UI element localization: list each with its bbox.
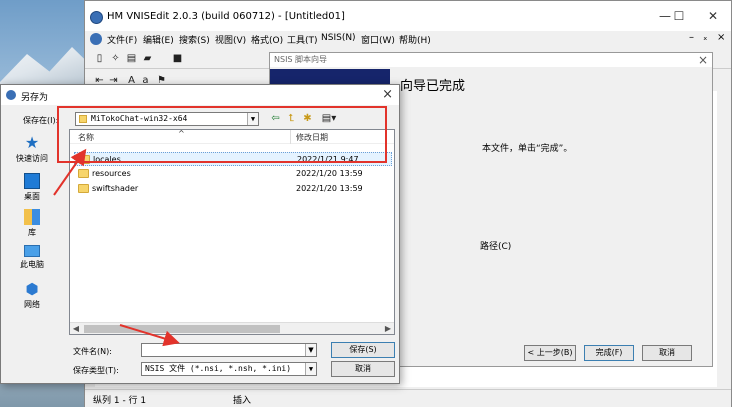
- annotation-arrows: [53, 148, 180, 347]
- arrow-to-locales: [53, 148, 87, 196]
- arrow-to-filename: [119, 324, 180, 347]
